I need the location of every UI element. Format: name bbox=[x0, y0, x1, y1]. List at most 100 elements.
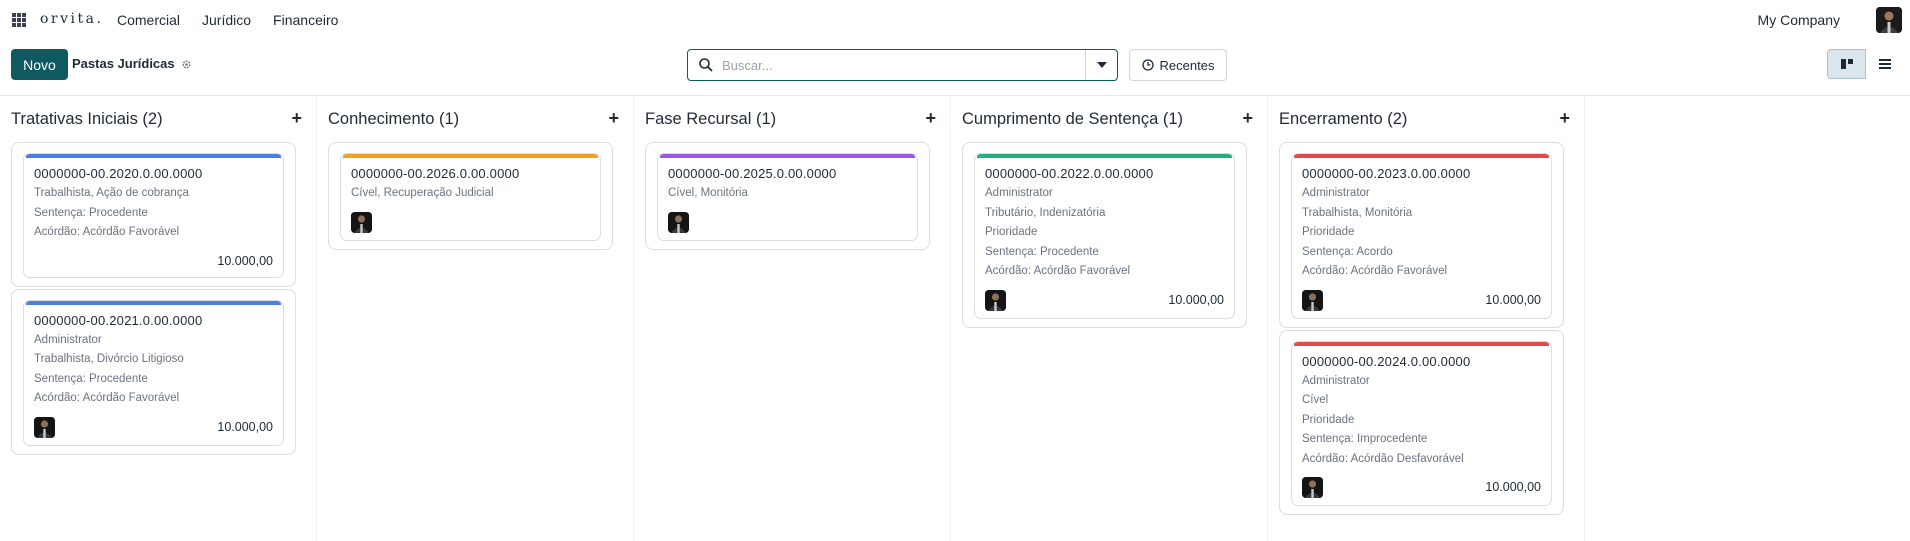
assignee-avatar[interactable] bbox=[34, 416, 55, 438]
assignee-avatar[interactable] bbox=[1302, 289, 1323, 311]
assignee-avatar[interactable] bbox=[351, 211, 372, 233]
card-detail: Sentença: Procedente bbox=[985, 245, 1099, 258]
kanban-record[interactable]: 0000000-00.2026.0.00.0000 Cível, Recupera… bbox=[328, 142, 613, 250]
card-detail: Tributário, Indenizatória bbox=[985, 206, 1106, 219]
record-card[interactable]: 0000000-00.2024.0.00.0000 Administrator Cí… bbox=[1291, 340, 1552, 506]
column-title[interactable]: Conhecimento (1) bbox=[328, 110, 459, 129]
case-number: 0000000-00.2023.0.00.0000 bbox=[1302, 166, 1471, 181]
record-card[interactable]: 0000000-00.2021.0.00.0000 Administrator Tr… bbox=[23, 299, 284, 446]
card-detail: Trabalhista, Divórcio Litigioso bbox=[34, 353, 184, 365]
card-detail: Acórdão: Acórdão Favorável bbox=[1302, 265, 1448, 277]
record-card[interactable]: 0000000-00.2023.0.00.0000 Administrator Tr… bbox=[1291, 153, 1552, 319]
kanban-column: Conhecimento (1) +0000000-00.2026.0.00.00… bbox=[317, 96, 634, 541]
kanban-record[interactable]: 0000000-00.2024.0.00.0000 Administrator Cí… bbox=[1279, 329, 1564, 515]
clock-icon bbox=[1141, 59, 1154, 71]
card-detail: Cível, Recuperação Judicial bbox=[351, 187, 494, 199]
case-value: 10.000,00 bbox=[217, 419, 273, 434]
card-detail: Prioridade bbox=[1302, 413, 1355, 426]
assignee-avatar[interactable] bbox=[668, 211, 689, 233]
color-bar bbox=[1294, 154, 1549, 158]
main-menu: Comercial Jurídico Financeiro bbox=[117, 12, 338, 28]
kanban-record[interactable]: 0000000-00.2021.0.00.0000 Administrator Tr… bbox=[11, 288, 296, 455]
quick-create-icon[interactable]: + bbox=[608, 108, 619, 129]
card-detail: Acórdão: Acórdão Favorável bbox=[34, 226, 180, 238]
column-title[interactable]: Fase Recursal (1) bbox=[645, 110, 776, 129]
search-options-toggle[interactable] bbox=[1085, 50, 1117, 80]
company-switcher[interactable]: My Company bbox=[1758, 12, 1840, 28]
case-number: 0000000-00.2025.0.00.0000 bbox=[668, 166, 837, 181]
search-input[interactable] bbox=[722, 51, 1085, 79]
app-menu-icon[interactable] bbox=[12, 13, 26, 27]
menu-item-juridico[interactable]: Jurídico bbox=[202, 12, 251, 28]
card-detail: Cível, Monitória bbox=[668, 187, 748, 199]
column-title[interactable]: Encerramento (2) bbox=[1279, 110, 1407, 129]
column-title[interactable]: Cumprimento de Sentença (1) bbox=[962, 110, 1183, 129]
recent-label: Recentes bbox=[1159, 57, 1215, 73]
case-number: 0000000-00.2024.0.00.0000 bbox=[1302, 353, 1471, 369]
recent-button[interactable]: Recentes bbox=[1129, 49, 1227, 81]
case-value: 10.000,00 bbox=[1485, 292, 1541, 307]
kanban-column: Encerramento (2) +0000000-00.2023.0.00.00… bbox=[1268, 96, 1585, 541]
case-value: 10.000,00 bbox=[1168, 292, 1224, 307]
case-number: 0000000-00.2026.0.00.0000 bbox=[351, 166, 520, 181]
record-card[interactable]: 0000000-00.2022.0.00.0000 Administrator Tr… bbox=[974, 153, 1235, 319]
card-detail: Trabalhista, Monitória bbox=[1302, 206, 1413, 219]
card-detail: Acórdão: Acórdão Favorável bbox=[985, 265, 1131, 277]
kanban-record[interactable]: 0000000-00.2025.0.00.0000 Cível, Monitóri… bbox=[645, 142, 930, 250]
new-button[interactable]: Novo bbox=[11, 49, 68, 80]
quick-create-icon[interactable]: + bbox=[1559, 108, 1570, 129]
card-detail: Sentença: Acordo bbox=[1302, 245, 1393, 258]
kanban-record[interactable]: 0000000-00.2023.0.00.0000 Administrator Tr… bbox=[1279, 142, 1564, 328]
color-bar bbox=[660, 154, 915, 158]
brand-logo[interactable]: orvita. bbox=[40, 11, 103, 27]
list-icon bbox=[1879, 59, 1891, 69]
case-number: 0000000-00.2021.0.00.0000 bbox=[34, 312, 203, 328]
card-detail: Administrator bbox=[985, 187, 1053, 199]
card-detail: Sentença: Procedente bbox=[34, 206, 148, 219]
card-detail: Acórdão: Acórdão Desfavorável bbox=[1302, 452, 1464, 465]
card-detail: Acórdão: Acórdão Favorável bbox=[34, 392, 180, 404]
assignee-avatar[interactable] bbox=[985, 289, 1006, 311]
card-detail: Administrator bbox=[1302, 374, 1370, 387]
card-detail: Sentença: Improcedente bbox=[1302, 433, 1428, 445]
caret-down-icon bbox=[1096, 62, 1107, 68]
color-bar bbox=[343, 154, 598, 158]
user-avatar[interactable] bbox=[1876, 7, 1902, 33]
kanban-record[interactable]: 0000000-00.2022.0.00.0000 Administrator Tr… bbox=[962, 142, 1247, 328]
record-card[interactable]: 0000000-00.2025.0.00.0000 Cível, Monitóri… bbox=[657, 153, 918, 241]
color-bar bbox=[26, 300, 281, 305]
kanban-view-button[interactable] bbox=[1827, 49, 1866, 79]
top-navbar: orvita. Comercial Jurídico Financeiro My… bbox=[0, 0, 1910, 40]
case-number: 0000000-00.2022.0.00.0000 bbox=[985, 166, 1154, 181]
color-bar bbox=[977, 154, 1232, 158]
case-value: 10.000,00 bbox=[217, 253, 273, 268]
page-title: Pastas Jurídicas bbox=[72, 56, 175, 71]
assignee-avatar[interactable] bbox=[1302, 477, 1323, 498]
color-bar bbox=[1294, 341, 1549, 346]
search-icon bbox=[699, 58, 713, 72]
kanban-icon bbox=[1840, 59, 1853, 69]
kanban-column: Tratativas Iniciais (2) +0000000-00.2020.… bbox=[0, 96, 317, 541]
kanban-column: Fase Recursal (1) +0000000-00.2025.0.00.0… bbox=[634, 96, 951, 541]
card-detail: Prioridade bbox=[1302, 226, 1355, 238]
quick-create-icon[interactable]: + bbox=[925, 108, 936, 129]
card-detail: Administrator bbox=[34, 333, 102, 346]
record-card[interactable]: 0000000-00.2026.0.00.0000 Cível, Recupera… bbox=[340, 153, 601, 241]
case-value: 10.000,00 bbox=[1485, 480, 1541, 494]
card-detail: Prioridade bbox=[985, 226, 1038, 238]
record-card[interactable]: 0000000-00.2020.0.00.0000 Trabalhista, Aç… bbox=[23, 153, 284, 278]
quick-create-icon[interactable]: + bbox=[1242, 108, 1253, 129]
list-view-button[interactable] bbox=[1866, 49, 1904, 79]
color-bar bbox=[26, 154, 281, 158]
column-title[interactable]: Tratativas Iniciais (2) bbox=[11, 110, 163, 129]
quick-create-icon[interactable]: + bbox=[291, 108, 302, 129]
case-number: 0000000-00.2020.0.00.0000 bbox=[34, 166, 203, 181]
card-detail: Sentença: Procedente bbox=[34, 372, 148, 385]
search-bar bbox=[687, 49, 1118, 81]
kanban-record[interactable]: 0000000-00.2020.0.00.0000 Trabalhista, Aç… bbox=[11, 142, 296, 287]
card-detail: Cível bbox=[1302, 394, 1329, 406]
gear-icon[interactable] bbox=[181, 58, 192, 69]
menu-item-financeiro[interactable]: Financeiro bbox=[273, 12, 338, 28]
breadcrumb: Pastas Jurídicas bbox=[72, 56, 192, 71]
menu-item-comercial[interactable]: Comercial bbox=[117, 12, 180, 28]
